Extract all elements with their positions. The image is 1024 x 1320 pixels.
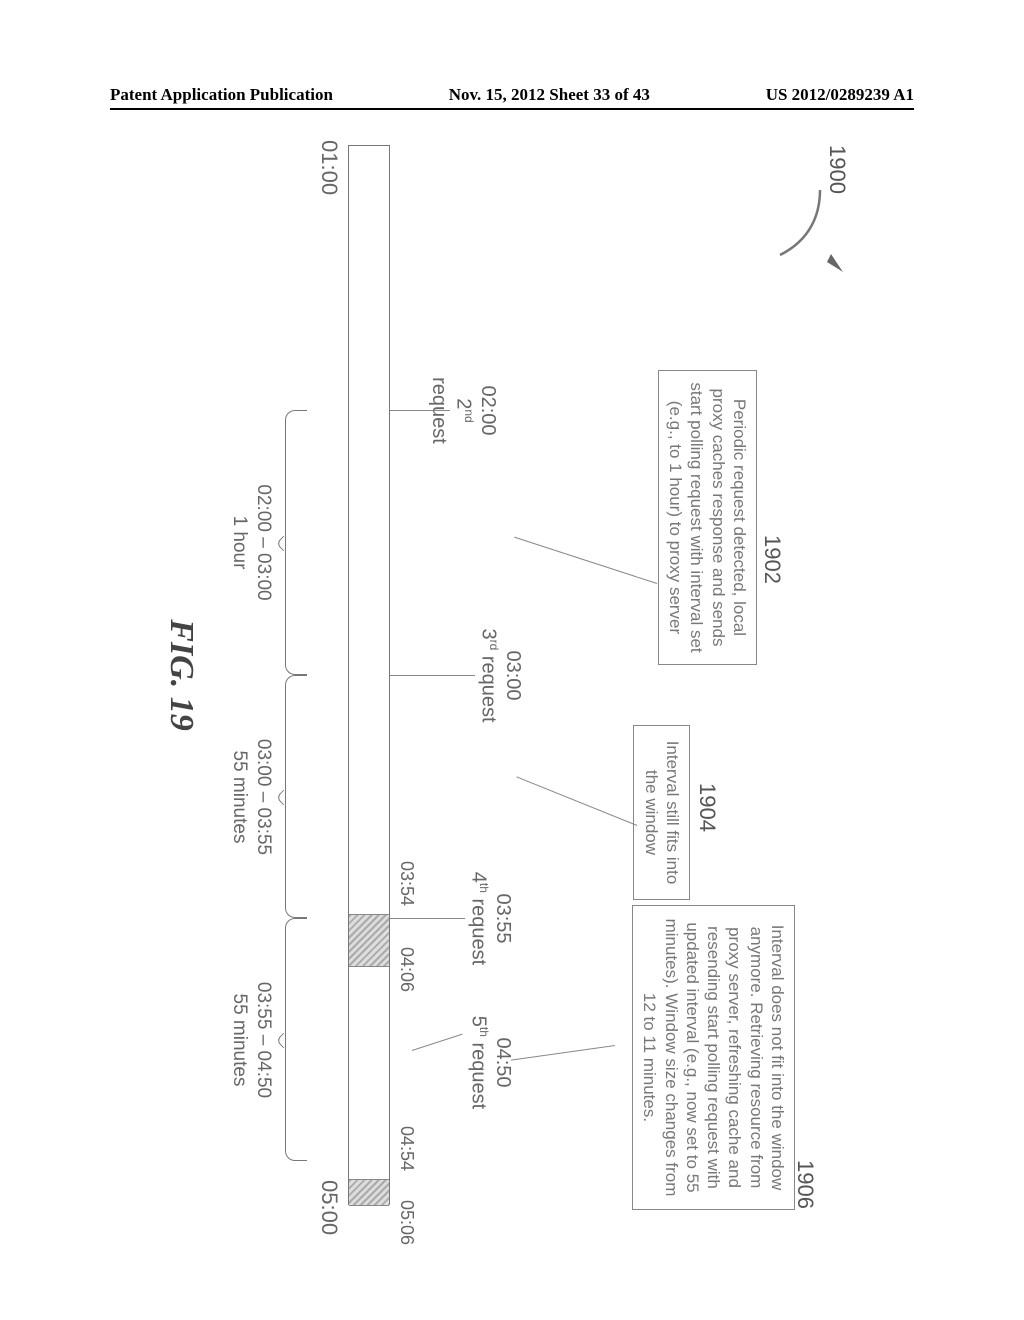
interval1-range: 02:00 – 03:00 (253, 484, 274, 600)
req-word: request (477, 650, 499, 722)
tick-0354: 03:54 (396, 861, 417, 906)
lead-line (511, 1045, 615, 1061)
req-word: request (467, 1037, 489, 1109)
header-center: Nov. 15, 2012 Sheet 33 of 43 (449, 85, 650, 105)
interval2-dur: 55 minutes (229, 751, 250, 844)
req3-ord: 3 (477, 628, 499, 639)
req-word: request (467, 893, 489, 965)
page-header: Patent Application Publication Nov. 15, … (0, 85, 1024, 105)
lead-line (390, 410, 450, 411)
annotation-box-1904: Interval still fits into the window (634, 725, 691, 900)
tick-0100: 01:00 (316, 140, 342, 195)
timeline-bar (348, 145, 390, 1205)
req5-ord: 5 (467, 1016, 489, 1027)
tick-0506: 05:06 (396, 1200, 417, 1245)
req3-sup: rd (487, 640, 501, 651)
interval-brace-3 (285, 918, 307, 1161)
callout-1906: 1906 (792, 1160, 818, 1209)
req4-ord: 4 (467, 872, 489, 883)
lead-line (412, 1034, 463, 1051)
tick-0406: 04:06 (396, 947, 417, 992)
figure-reference: 1900 (824, 145, 850, 194)
req5-sup: th (477, 1027, 491, 1037)
callout-1902: 1902 (759, 535, 785, 584)
lead-line (390, 675, 475, 676)
header-left: Patent Application Publication (110, 85, 333, 105)
annotation-box-1902: Periodic request detected, local proxy c… (658, 370, 757, 665)
interval3-dur: 55 minutes (229, 994, 250, 1087)
header-right: US 2012/0289239 A1 (766, 85, 914, 105)
callout-1904: 1904 (694, 783, 720, 832)
lead-line (390, 918, 465, 919)
tick-0454: 04:54 (396, 1126, 417, 1171)
req2-time: 02:00 (477, 385, 499, 435)
lead-line (514, 537, 657, 584)
figure-caption: FIG. 19 (162, 145, 200, 1205)
interval2-range: 03:00 – 03:55 (253, 739, 274, 855)
req2-ord: 2 (452, 398, 474, 409)
figure-diagram: 1900 1902 1904 1906 Periodic request det… (0, 300, 1024, 1060)
interval1-dur: 1 hour (229, 516, 250, 570)
annotation-box-1906: Interval does not fit into the window an… (632, 905, 795, 1210)
window-band-2 (349, 1179, 389, 1206)
req2-sup: nd (462, 409, 476, 422)
req5-time: 04:50 (492, 1037, 514, 1087)
reference-curve (765, 185, 825, 275)
interval-brace-2 (285, 675, 307, 918)
header-divider (110, 108, 914, 110)
req3-time: 03:00 (502, 650, 524, 700)
req4-time: 03:55 (492, 893, 514, 943)
req4-sup: th (477, 883, 491, 893)
lead-line (516, 776, 637, 826)
window-band-1 (349, 914, 389, 967)
arrow-icon (827, 254, 849, 276)
tick-0500: 05:00 (316, 1180, 342, 1235)
interval3-range: 03:55 – 04:50 (253, 982, 274, 1098)
interval-brace-1 (285, 410, 307, 675)
